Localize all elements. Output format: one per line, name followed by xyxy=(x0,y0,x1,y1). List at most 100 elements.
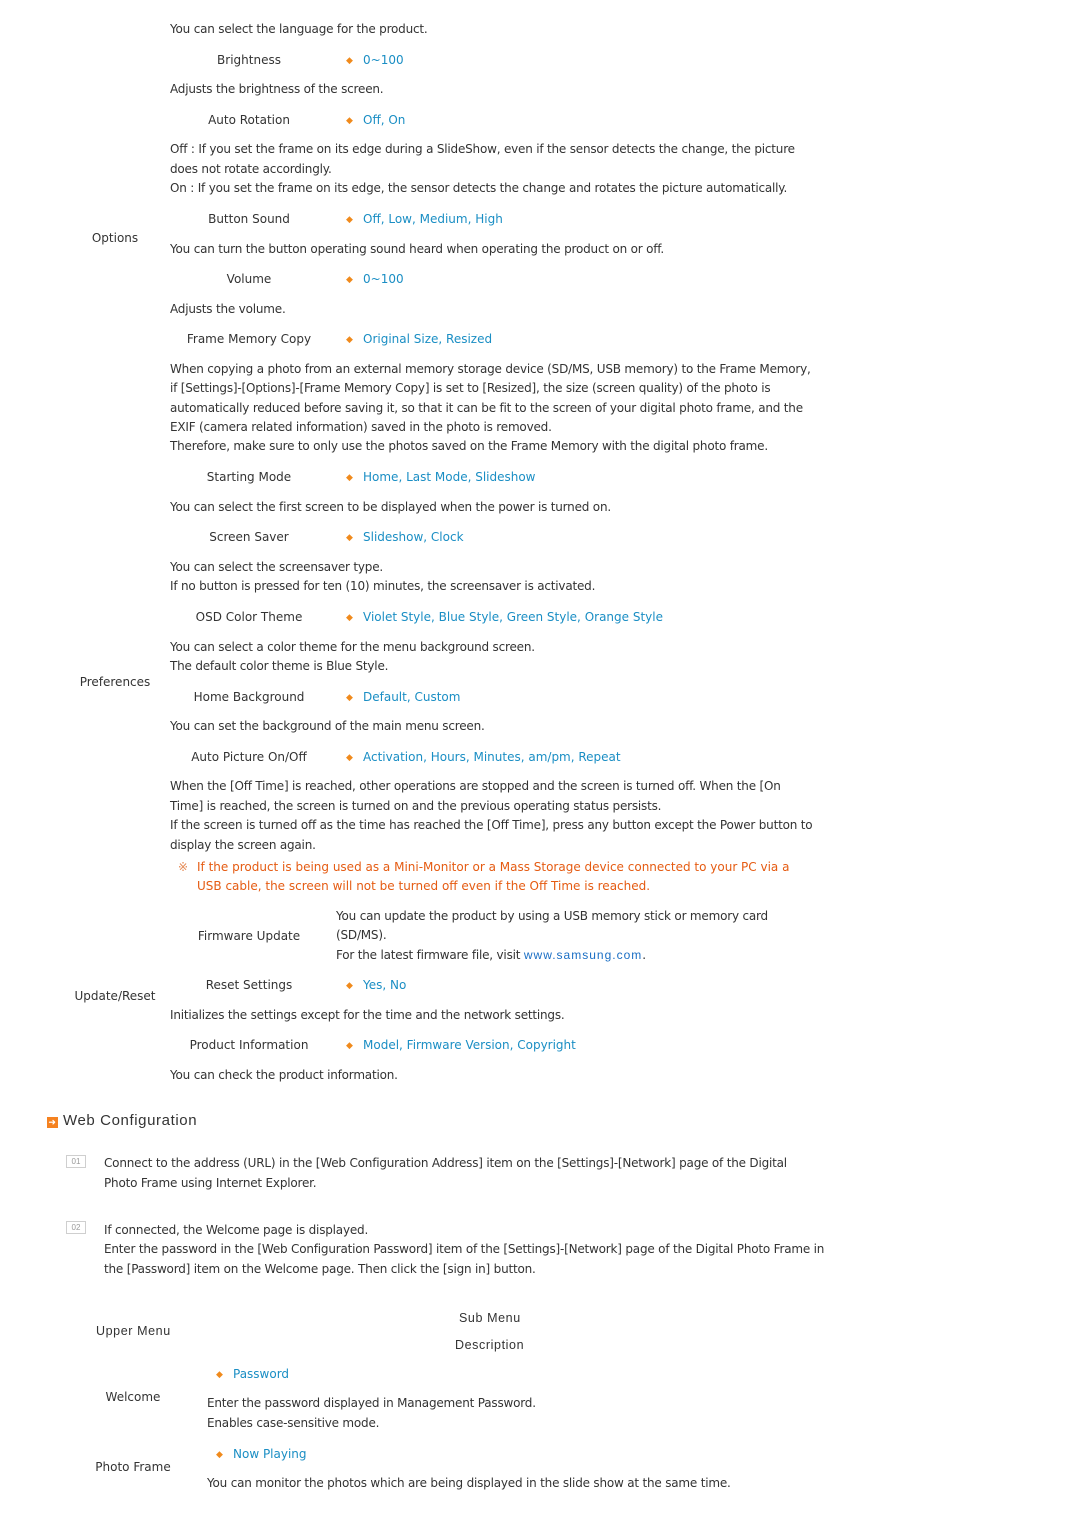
diamond-bullet-icon: ◆ xyxy=(346,693,353,703)
options-text: Off, On xyxy=(363,113,406,127)
options-text: Activation, Hours, Minutes, am/pm, Repea… xyxy=(363,750,621,764)
setting-desc: Initializes the settings except for the … xyxy=(170,1008,565,1022)
table-row-upper-photo-frame: Photo Frame xyxy=(95,1460,171,1474)
setting-desc: automatically reduced before saving it, … xyxy=(170,401,803,415)
setting-desc: You can select a color theme for the men… xyxy=(170,640,535,654)
setting-options-button-sound: ◆ Off, Low, Medium, High xyxy=(346,212,503,226)
table-row-desc: Enables case-sensitive mode. xyxy=(207,1416,380,1430)
firmware-link-line: For the latest firmware file, visit www.… xyxy=(336,946,646,966)
options-text: Yes, No xyxy=(363,978,407,992)
options-text: Violet Style, Blue Style, Green Style, O… xyxy=(363,610,663,624)
setting-label-screen-saver: Screen Saver xyxy=(209,530,289,544)
setting-desc: You can select the first screen to be di… xyxy=(170,500,611,514)
category-update-reset: Update/Reset xyxy=(74,989,156,1003)
setting-label-starting-mode: Starting Mode xyxy=(206,470,292,484)
step-text: Connect to the address (URL) in the [Web… xyxy=(104,1156,787,1170)
options-text: Off, Low, Medium, High xyxy=(363,212,503,226)
diamond-bullet-icon: ◆ xyxy=(346,335,353,345)
diamond-bullet-icon: ◆ xyxy=(346,753,353,763)
setting-options-brightness: ◆ 0~100 xyxy=(346,53,404,67)
setting-label-frame-memory-copy: Frame Memory Copy xyxy=(186,332,312,346)
category-options: Options xyxy=(91,231,139,245)
table-header-description: Description xyxy=(455,1338,525,1352)
setting-options-frame-memory-copy: ◆ Original Size, Resized xyxy=(346,332,492,346)
setting-desc: If the screen is turned off as the time … xyxy=(170,818,813,832)
diamond-bullet-icon: ◆ xyxy=(346,981,353,991)
setting-label-volume: Volume xyxy=(226,272,272,286)
setting-desc: You can turn the button operating sound … xyxy=(170,242,665,256)
section-title-text: Web Configuration xyxy=(63,1112,198,1129)
setting-label-osd-color-theme: OSD Color Theme xyxy=(195,610,303,624)
step-number-badge: 02 xyxy=(66,1221,86,1234)
setting-options-auto-rotation: ◆ Off, On xyxy=(346,113,405,127)
setting-label-firmware-update: Firmware Update xyxy=(197,929,301,943)
step-text: Photo Frame using Internet Explorer. xyxy=(104,1176,317,1190)
diamond-bullet-icon: ◆ xyxy=(346,56,353,66)
options-text: Default, Custom xyxy=(363,690,461,704)
setting-options-reset-settings: ◆ Yes, No xyxy=(346,978,406,992)
setting-desc: does not rotate accordingly. xyxy=(170,162,332,176)
options-text: Now Playing xyxy=(233,1447,307,1461)
setting-desc: When the [Off Time] is reached, other op… xyxy=(170,779,781,793)
setting-desc: On : If you set the frame on its edge, t… xyxy=(170,181,788,195)
link-suffix: . xyxy=(642,948,646,962)
step-text: If connected, the Welcome page is displa… xyxy=(104,1223,369,1237)
setting-options-product-information: ◆ Model, Firmware Version, Copyright xyxy=(346,1038,576,1052)
setting-label-reset-settings: Reset Settings xyxy=(205,978,293,992)
setting-options-auto-picture: ◆ Activation, Hours, Minutes, am/pm, Repe… xyxy=(346,750,621,764)
note-reference-icon: ※ xyxy=(178,860,189,874)
setting-desc: You can check the product information. xyxy=(170,1068,398,1082)
setting-desc: You can update the product by using a US… xyxy=(336,909,768,923)
options-text: 0~100 xyxy=(363,272,404,286)
setting-desc: If no button is pressed for ten (10) min… xyxy=(170,579,596,593)
setting-desc: Adjusts the volume. xyxy=(170,302,286,316)
setting-options-screen-saver: ◆ Slideshow, Clock xyxy=(346,530,464,544)
setting-desc: Adjusts the brightness of the screen. xyxy=(170,82,384,96)
section-title-web-configuration: ➜ Web Configuration xyxy=(47,1112,197,1129)
diamond-bullet-icon: ◆ xyxy=(346,533,353,543)
note-text: ※ If the product is being used as a Mini-… xyxy=(178,858,789,878)
diamond-bullet-icon: ◆ xyxy=(346,613,353,623)
setting-options-starting-mode: ◆ Home, Last Mode, Slideshow xyxy=(346,470,536,484)
setting-desc: You can select the screensaver type. xyxy=(170,560,383,574)
note-line: If the product is being used as a Mini-M… xyxy=(197,860,790,874)
table-row-desc: You can monitor the photos which are bei… xyxy=(207,1476,731,1490)
diamond-bullet-icon: ◆ xyxy=(346,275,353,285)
setting-label-button-sound: Button Sound xyxy=(208,212,290,226)
diamond-bullet-icon: ◆ xyxy=(216,1370,223,1380)
arrow-right-square-icon: ➜ xyxy=(47,1117,58,1128)
setting-label-auto-rotation: Auto Rotation xyxy=(208,113,290,127)
step-text: Enter the password in the [Web Configura… xyxy=(104,1242,825,1256)
diamond-bullet-icon: ◆ xyxy=(346,473,353,483)
setting-label-auto-picture: Auto Picture On/Off xyxy=(191,750,307,764)
table-row-upper-welcome: Welcome xyxy=(105,1390,161,1404)
table-row-sub-password: ◆ Password xyxy=(216,1367,289,1381)
setting-desc: display the screen again. xyxy=(170,838,316,852)
setting-label-product-information: Product Information xyxy=(189,1038,309,1052)
setting-desc: When copying a photo from an external me… xyxy=(170,362,811,376)
options-text: Slideshow, Clock xyxy=(363,530,464,544)
options-text: 0~100 xyxy=(363,53,404,67)
intro-text: You can select the language for the prod… xyxy=(170,22,428,36)
setting-desc: (SD/MS). xyxy=(336,928,387,942)
options-text: Home, Last Mode, Slideshow xyxy=(363,470,536,484)
table-row-sub-now-playing: ◆ Now Playing xyxy=(216,1447,307,1461)
diamond-bullet-icon: ◆ xyxy=(346,215,353,225)
table-header-upper-menu: Upper Menu xyxy=(96,1324,171,1338)
setting-desc: Time] is reached, the screen is turned o… xyxy=(170,799,662,813)
category-preferences: Preferences xyxy=(79,675,151,689)
step-number-badge: 01 xyxy=(66,1155,86,1168)
setting-desc: if [Settings]-[Options]-[Frame Memory Co… xyxy=(170,381,771,395)
setting-options-home-background: ◆ Default, Custom xyxy=(346,690,460,704)
options-text: Model, Firmware Version, Copyright xyxy=(363,1038,576,1052)
note-line: USB cable, the screen will not be turned… xyxy=(197,879,651,893)
setting-label-brightness: Brightness xyxy=(217,53,281,67)
table-header-sub-menu: Sub Menu xyxy=(459,1311,521,1325)
options-text: Password xyxy=(233,1367,290,1381)
setting-options-volume: ◆ 0~100 xyxy=(346,272,404,286)
step-text: the [Password] item on the Welcome page.… xyxy=(104,1262,536,1276)
samsung-link[interactable]: www.samsung.com xyxy=(524,948,642,962)
setting-desc: The default color theme is Blue Style. xyxy=(170,659,389,673)
diamond-bullet-icon: ◆ xyxy=(346,116,353,126)
setting-desc: EXIF (camera related information) saved … xyxy=(170,420,552,434)
